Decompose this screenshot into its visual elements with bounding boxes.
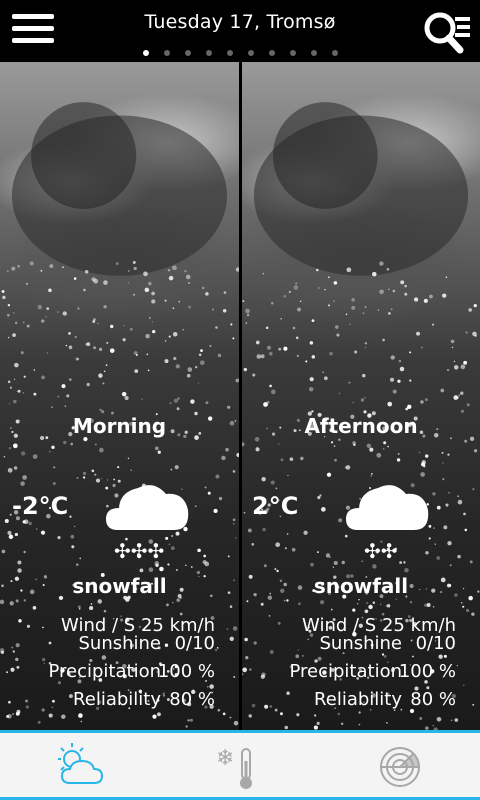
period-label: Afternoon	[304, 414, 418, 438]
sunshine-value: 0/10	[174, 632, 215, 654]
page-dot	[184, 50, 191, 56]
temperature: 2°C	[252, 492, 299, 520]
search-icon[interactable]	[422, 10, 474, 56]
precipitation-label: Precipitation	[48, 660, 161, 682]
page-dot	[268, 50, 275, 56]
svg-text:✣✣✣: ✣✣✣	[114, 539, 164, 563]
top-bar: Tuesday 17, Tromsø	[0, 0, 480, 62]
sunshine-label: Sunshine	[319, 632, 402, 654]
reliability-value: 80 %	[169, 688, 215, 710]
page-dot	[331, 50, 338, 56]
precipitation-value: 100 %	[157, 660, 215, 682]
page-dot	[310, 50, 317, 56]
reliability-label: Reliability	[73, 688, 161, 710]
forecast-panel-morning[interactable]: Morning -2°C ✣✣✣ snowfall Wind / S 25 km…	[0, 62, 239, 730]
sunshine-label: Sunshine	[78, 632, 161, 654]
snow-cloud-icon: ✣✣	[344, 474, 430, 564]
reliability-value: 80 %	[410, 688, 456, 710]
page-dot	[142, 50, 149, 56]
page-dot	[289, 50, 296, 56]
condition-label: snowfall	[313, 574, 409, 598]
forecast-panel-afternoon[interactable]: Afternoon 2°C ✣✣ snowfall Wind / S 25 km…	[242, 62, 480, 730]
page-dot	[247, 50, 254, 56]
sunshine-value: 0/10	[415, 632, 456, 654]
page-title: Tuesday 17, Tromsø	[144, 11, 336, 33]
svg-text:✣✣: ✣✣	[364, 539, 398, 563]
page-dot	[163, 50, 170, 56]
reliability-label: Reliability	[314, 688, 402, 710]
weather-forecast-icon[interactable]	[52, 741, 112, 793]
precipitation-label: Precipitation	[289, 660, 402, 682]
temperature: -2°C	[12, 492, 69, 520]
page-dot	[205, 50, 212, 56]
bottom-tab-bar: ❄	[0, 730, 480, 800]
condition-label: snowfall	[72, 574, 167, 598]
snow-cloud-icon: ✣✣✣	[104, 474, 190, 564]
period-label: Morning	[72, 414, 167, 438]
snow-thermometer-icon[interactable]: ❄	[210, 741, 270, 793]
page-dot	[226, 50, 233, 56]
svg-text:❄: ❄	[216, 746, 234, 771]
precipitation-value: 100 %	[398, 660, 456, 682]
page-indicator	[0, 50, 480, 56]
radar-icon[interactable]	[370, 741, 430, 793]
